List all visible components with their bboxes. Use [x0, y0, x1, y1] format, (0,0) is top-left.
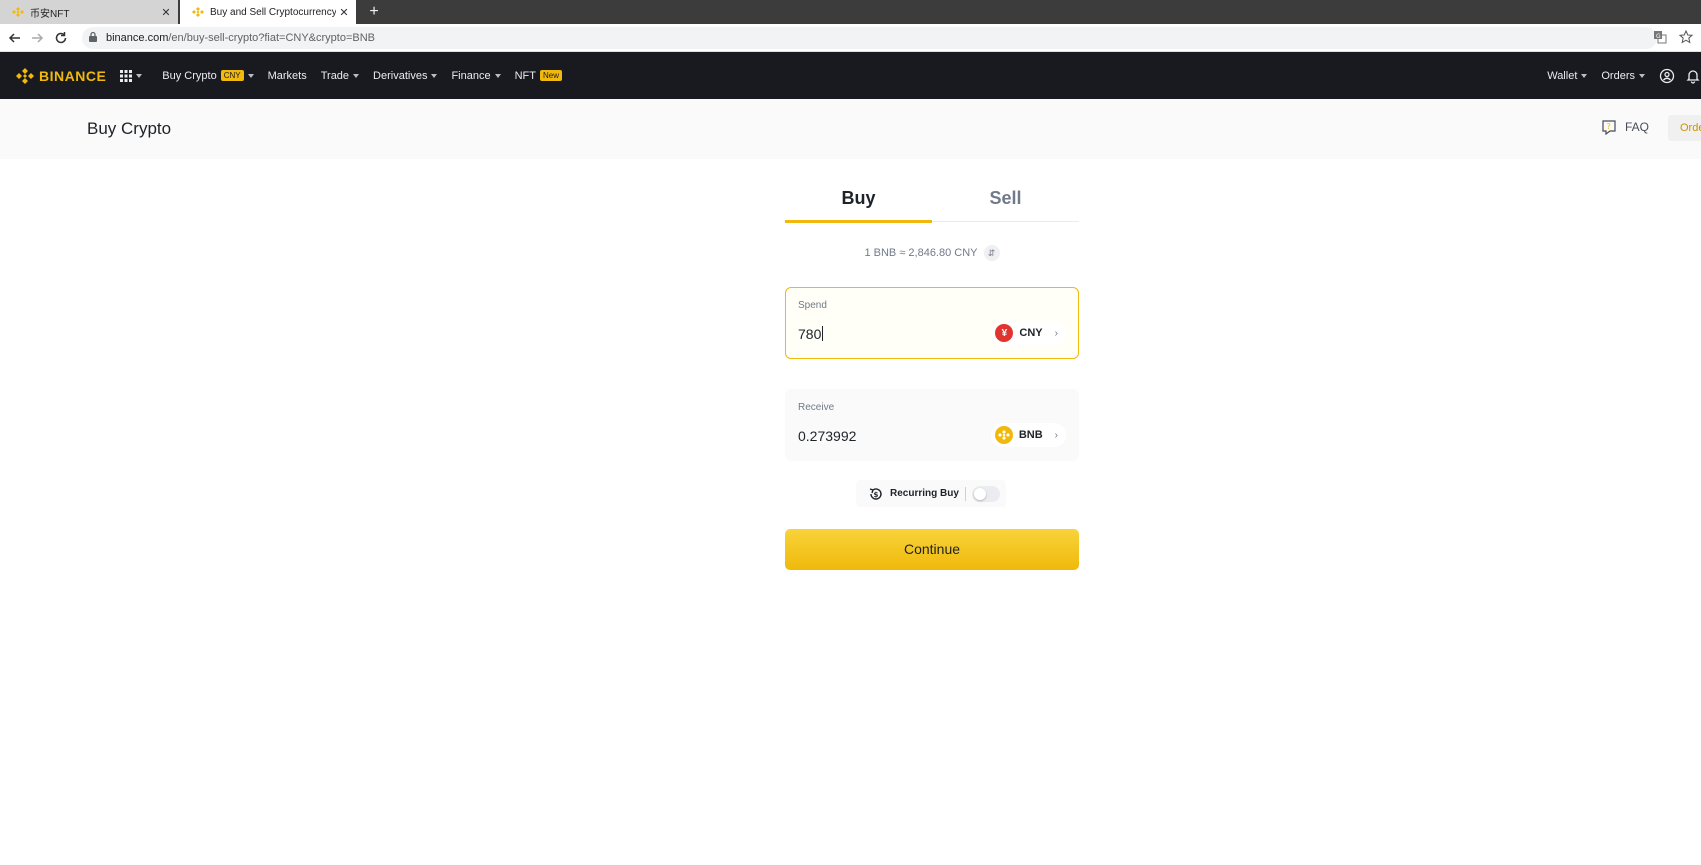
crypto-currency-code: BNB — [1018, 429, 1043, 441]
nav-label: NFT — [514, 69, 536, 82]
bookmark-star-icon[interactable] — [1678, 29, 1694, 47]
active-tab-indicator — [785, 220, 932, 223]
nav-label: Finance — [451, 69, 491, 82]
back-arrow-icon[interactable] — [6, 29, 24, 47]
url-host: binance.com — [106, 32, 169, 44]
nav-buy-crypto[interactable]: Buy Crypto CNY — [162, 69, 254, 82]
receive-value: 0.273992 — [798, 428, 857, 444]
nav-label: Wallet — [1547, 69, 1578, 82]
browser-tab-buy-sell[interactable]: Buy and Sell Cryptocurrency | ✕ — [180, 0, 356, 24]
new-tab-button[interactable]: + — [364, 2, 384, 22]
nav-trade[interactable]: Trade — [320, 69, 360, 82]
chevron-down-icon — [1581, 73, 1588, 78]
browser-tab-title: 币安NFT — [30, 8, 70, 20]
nav-label: Derivatives — [373, 69, 428, 82]
page-subheader: Buy Crypto ? FAQ Orders — [0, 99, 1701, 159]
fiat-currency-code: CNY — [1019, 327, 1043, 339]
nav-nft[interactable]: NFT New — [515, 70, 562, 82]
chevron-down-icon — [431, 73, 438, 78]
receive-field[interactable]: Receive 0.273992 BNB › — [785, 389, 1079, 461]
text-cursor — [822, 326, 824, 341]
spend-label: Spend — [798, 300, 827, 311]
apps-menu-button[interactable] — [120, 69, 143, 82]
binance-favicon-icon — [12, 6, 24, 18]
faq-link[interactable]: ? FAQ — [1601, 119, 1649, 135]
cny-coin-icon: ¥ — [995, 324, 1014, 342]
chevron-down-icon — [1639, 73, 1645, 78]
binance-logo-text: BINANCE — [39, 67, 107, 84]
chevron-right-icon: › — [1054, 327, 1058, 339]
binance-logo-icon — [16, 67, 34, 84]
recurring-buy-toggle[interactable] — [971, 485, 1000, 502]
svg-text:?: ? — [1607, 122, 1611, 131]
tab-sell[interactable]: Sell — [932, 188, 1079, 209]
tab-buy[interactable]: Buy — [785, 188, 932, 209]
close-tab-icon[interactable]: ✕ — [336, 6, 352, 19]
faq-icon: ? — [1602, 120, 1616, 135]
svg-text:G: G — [1656, 33, 1661, 40]
nav-markets[interactable]: Markets — [268, 70, 307, 82]
browser-address-bar: binance.com /en/buy-sell-crypto?fiat=CNY… — [0, 24, 1701, 52]
url-field[interactable]: binance.com /en/buy-sell-crypto?fiat=CNY… — [82, 27, 1657, 49]
chevron-down-icon — [353, 73, 360, 78]
exchange-rate: 1 BNB ≈ 2,846.80 CNY ⇵ — [785, 245, 1079, 261]
notification-bell-icon[interactable] — [1685, 68, 1701, 84]
binance-logo[interactable]: BINANCE — [16, 67, 106, 85]
lock-icon — [88, 31, 100, 46]
nav-label: Buy Crypto — [162, 69, 217, 82]
browser-tab-bar: 币安NFT ✕ Buy and Sell Cryptocurrency | ✕ … — [0, 0, 1701, 24]
currency-badge: CNY — [220, 70, 244, 81]
translate-icon[interactable]: G — [1652, 30, 1668, 47]
recurring-buy-row: $ Recurring Buy — [856, 480, 1006, 507]
recurring-buy-label: Recurring Buy — [890, 488, 959, 499]
nav-label: Orders — [1601, 69, 1635, 82]
chevron-down-icon — [247, 73, 254, 78]
spend-value: 780 — [798, 326, 822, 342]
continue-button[interactable]: Continue — [785, 529, 1079, 570]
spend-field[interactable]: Spend 780 ¥ CNY › — [785, 287, 1079, 359]
grid-icon — [120, 69, 133, 82]
nav-label: Trade — [320, 69, 350, 82]
binance-favicon-icon — [192, 6, 204, 18]
crypto-currency-selector[interactable]: BNB › — [990, 423, 1066, 447]
fiat-currency-selector[interactable]: ¥ CNY › — [991, 321, 1066, 345]
header-right-group: Wallet Orders — [1547, 52, 1701, 99]
faq-label: FAQ — [1625, 120, 1650, 134]
url-path: /en/buy-sell-crypto?fiat=CNY&crypto=BNB — [168, 32, 376, 44]
chevron-down-icon — [136, 73, 143, 78]
swap-arrows-icon[interactable]: ⇵ — [983, 245, 1000, 261]
chevron-down-icon — [494, 73, 501, 78]
buy-sell-tabs: Buy Sell — [785, 178, 1079, 223]
orders-button[interactable]: Orders — [1668, 115, 1701, 141]
user-profile-icon[interactable] — [1659, 68, 1675, 84]
forward-arrow-icon[interactable] — [28, 29, 46, 47]
receive-label: Receive — [798, 402, 835, 413]
svg-text:$: $ — [874, 491, 879, 499]
spend-input[interactable]: 780 — [798, 326, 824, 342]
new-badge: New — [539, 70, 562, 81]
bnb-coin-icon — [994, 426, 1013, 444]
close-tab-icon[interactable]: ✕ — [158, 6, 174, 19]
recurring-clock-icon: $ — [869, 487, 882, 500]
reload-icon[interactable] — [52, 29, 70, 47]
divider — [964, 486, 966, 501]
nav-orders[interactable]: Orders — [1601, 70, 1645, 82]
nav-wallet[interactable]: Wallet — [1547, 69, 1588, 82]
nav-derivatives[interactable]: Derivatives — [373, 69, 438, 82]
nav-finance[interactable]: Finance — [451, 69, 501, 82]
nav-label: Markets — [267, 69, 307, 82]
browser-tab-nft[interactable]: 币安NFT ✕ — [0, 0, 178, 24]
rate-text: 1 BNB ≈ 2,846.80 CNY — [864, 247, 978, 259]
chevron-right-icon: › — [1054, 429, 1058, 441]
browser-tab-title: Buy and Sell Cryptocurrency | — [210, 6, 336, 18]
toggle-knob — [973, 487, 986, 500]
page-title: Buy Crypto — [87, 119, 172, 138]
binance-header: BINANCE Buy Crypto CNY Markets Trade Der… — [0, 52, 1701, 99]
